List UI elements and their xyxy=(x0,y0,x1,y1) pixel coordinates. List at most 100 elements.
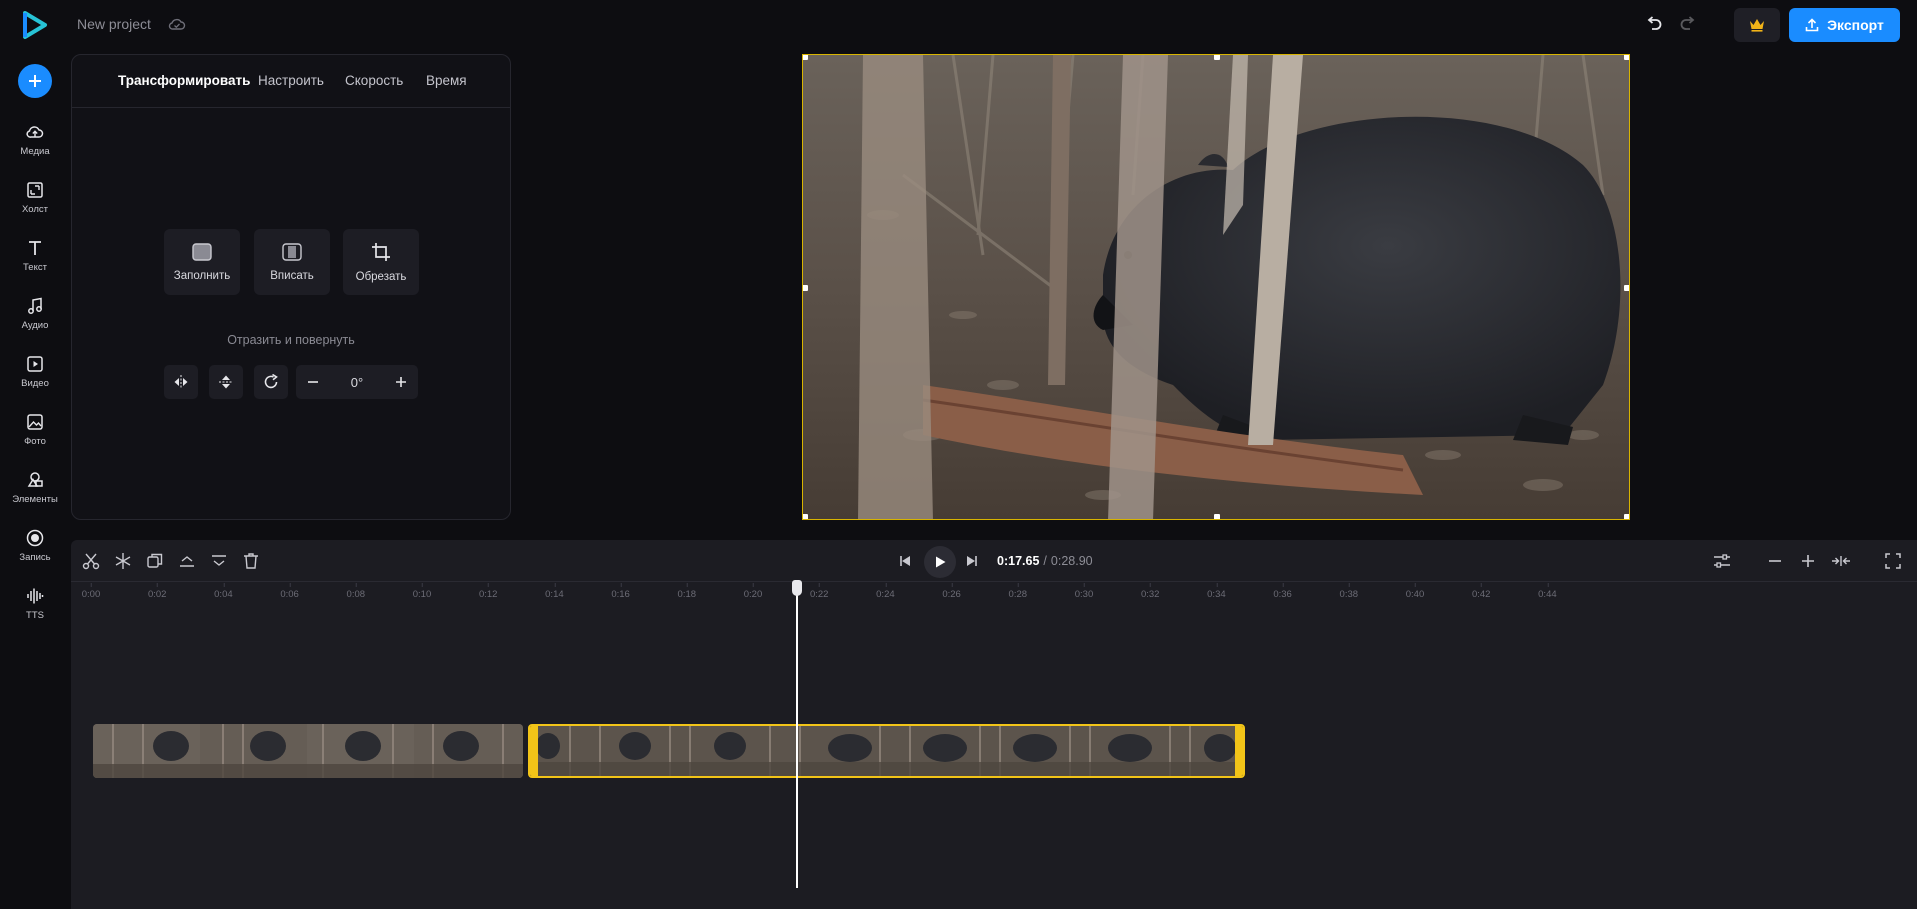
sidebar-item-elements[interactable]: Элементы xyxy=(0,470,70,520)
crop-label: Обрезать xyxy=(355,270,407,283)
ruler-tick-label: 0:06 xyxy=(280,583,299,600)
fit-button[interactable]: Вписать xyxy=(254,229,330,295)
ruler-tick-label: 0:18 xyxy=(677,583,697,600)
crown-icon xyxy=(1750,19,1764,32)
fill-icon xyxy=(192,242,212,261)
sidebar-item-text[interactable]: Текст xyxy=(0,238,70,288)
sidebar-item-media[interactable]: Медиа xyxy=(0,122,70,172)
time-separator: / xyxy=(1043,554,1047,568)
export-label: Экспорт xyxy=(1827,17,1884,33)
sidebar-item-record[interactable]: Запись xyxy=(0,528,70,578)
total-time: 0:28.90 xyxy=(1050,554,1093,568)
cloud-sync-icon xyxy=(168,18,186,30)
flip-vertical-button[interactable] xyxy=(209,365,243,399)
rotation-value[interactable]: 0° xyxy=(351,375,363,390)
sidebar-item-label: Медиа xyxy=(20,146,50,157)
minus-icon[interactable] xyxy=(307,376,319,388)
app-logo-icon[interactable] xyxy=(22,10,48,40)
crop-icon xyxy=(372,242,390,261)
upload-icon xyxy=(1805,18,1819,32)
plus-icon[interactable] xyxy=(395,376,407,388)
ruler-tick-label: 0:12 xyxy=(478,583,498,600)
project-title[interactable]: New project xyxy=(77,16,151,32)
rotate-button[interactable] xyxy=(254,365,288,399)
ruler-tick-label: 0:20 xyxy=(743,583,763,600)
premium-button[interactable] xyxy=(1734,8,1780,42)
sidebar-item-label: Видео xyxy=(21,378,49,389)
playhead[interactable] xyxy=(796,582,798,888)
sidebar-item-video[interactable]: Видео xyxy=(0,354,70,404)
ruler-tick-label: 0:16 xyxy=(611,583,630,600)
crop-button[interactable]: Обрезать xyxy=(343,229,419,295)
preview-frame-image xyxy=(803,55,1629,519)
video-clip-1[interactable] xyxy=(93,724,523,778)
ruler-tick-label: 0:30 xyxy=(1074,583,1094,600)
sidebar-item-canvas[interactable]: Холст xyxy=(0,180,70,230)
move-up-icon[interactable] xyxy=(177,551,197,571)
skip-back-icon[interactable] xyxy=(895,551,915,571)
ruler-tick-label: 0:38 xyxy=(1339,583,1359,600)
resize-handle[interactable] xyxy=(1214,55,1220,60)
tab-speed[interactable]: Скорость xyxy=(345,73,403,88)
duplicate-icon[interactable] xyxy=(145,551,165,571)
cut-icon[interactable] xyxy=(81,551,101,571)
play-icon xyxy=(936,556,946,568)
sidebar-item-label: TTS xyxy=(26,610,44,621)
tab-time[interactable]: Время xyxy=(426,73,467,88)
sidebar-item-label: Холст xyxy=(22,204,48,215)
plus-icon xyxy=(29,75,41,87)
settings-sliders-icon[interactable] xyxy=(1712,551,1732,571)
video-clip-2-selected[interactable] xyxy=(528,724,1245,778)
sidebar-item-photo[interactable]: Фото xyxy=(0,412,70,462)
clip-thumbnails xyxy=(530,726,1243,776)
timeline: 0:17.65/0:28.90 0:00 0:02 0:04 0:06 0:08 0:10… xyxy=(71,540,1917,909)
text-icon xyxy=(29,241,41,255)
fit-icon xyxy=(282,242,302,261)
rotation-stepper[interactable]: 0° xyxy=(296,365,418,399)
redo-icon[interactable] xyxy=(1678,14,1698,34)
fit-timeline-icon[interactable] xyxy=(1831,551,1851,571)
freeze-icon[interactable] xyxy=(113,551,133,571)
resize-handle[interactable] xyxy=(803,285,808,291)
video-preview[interactable] xyxy=(802,54,1630,520)
ruler-tick-label: 0:40 xyxy=(1405,583,1425,600)
tab-transform[interactable]: Трансформировать xyxy=(118,73,250,88)
zoom-out-icon[interactable] xyxy=(1765,551,1785,571)
tab-adjust[interactable]: Настроить xyxy=(258,73,324,88)
add-media-button[interactable] xyxy=(18,64,52,98)
move-down-icon[interactable] xyxy=(209,551,229,571)
sidebar-item-label: Фото xyxy=(24,436,46,447)
clip-trim-handle-right[interactable] xyxy=(1235,726,1243,776)
clip-thumbnails xyxy=(93,724,523,778)
ruler-tick-label: 0:10 xyxy=(412,583,432,600)
sidebar-item-label: Элементы xyxy=(12,494,58,505)
skip-forward-icon[interactable] xyxy=(962,551,982,571)
upload-cloud-icon xyxy=(26,126,44,138)
fullscreen-icon[interactable] xyxy=(1883,551,1903,571)
flip-vertical-icon xyxy=(219,375,233,389)
zoom-in-icon[interactable] xyxy=(1798,551,1818,571)
undo-icon[interactable] xyxy=(1644,14,1664,34)
playhead-handle[interactable] xyxy=(792,580,802,596)
waveform-icon xyxy=(27,588,44,604)
timeline-toolbar: 0:17.65/0:28.90 xyxy=(71,540,1917,582)
flip-horizontal-button[interactable] xyxy=(164,365,198,399)
fill-button[interactable]: Заполнить xyxy=(164,229,240,295)
ruler-tick-label: 0:00 xyxy=(81,583,101,600)
clip-trim-handle-left[interactable] xyxy=(530,726,538,776)
sidebar-item-audio[interactable]: Аудио xyxy=(0,296,70,346)
ruler-tick-label: 0:14 xyxy=(545,583,564,600)
sidebar-item-tts[interactable]: TTS xyxy=(0,586,70,636)
time-ruler[interactable]: 0:00 0:02 0:04 0:06 0:08 0:10 0:12 0:14 0:16 0:18… xyxy=(71,582,1917,610)
rotate-icon xyxy=(264,374,278,389)
export-button[interactable]: Экспорт xyxy=(1789,8,1900,42)
ruler-tick-label: 0:44 xyxy=(1538,583,1557,600)
sidebar-item-label: Запись xyxy=(19,552,51,563)
resize-handle[interactable] xyxy=(803,55,808,60)
left-sidebar: Медиа Холст Текст Аудио Видео Фото Элеме… xyxy=(0,50,70,909)
play-button[interactable] xyxy=(924,546,956,578)
delete-icon[interactable] xyxy=(241,551,261,571)
ruler-tick-label: 0:04 xyxy=(214,583,233,600)
ruler-tick-label: 0:26 xyxy=(942,583,961,600)
ruler-tick-label: 0:24 xyxy=(876,583,895,600)
